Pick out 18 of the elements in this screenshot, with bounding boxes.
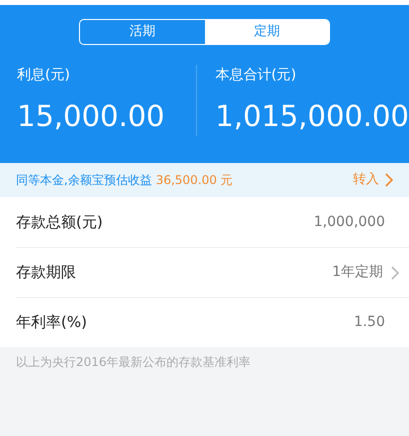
chevron-right-icon: [391, 266, 399, 280]
summary-label: 本息合计(元): [215, 66, 298, 85]
segment-tab[interactable]: 定期: [204, 20, 329, 44]
banner-text: 同等本金,余额宝预估收益: [16, 172, 152, 189]
summary-amount: 1,015,000.00: [215, 98, 409, 135]
chevron-right-icon: [385, 173, 393, 187]
summary-amount: 15,000.00: [17, 98, 166, 135]
segment-tab[interactable]: 活期: [80, 20, 204, 44]
row-label: 存款期限: [16, 262, 76, 284]
row-value: 1.50: [354, 313, 385, 332]
summary-label: 利息(元): [17, 66, 71, 85]
row-label: 年利率(%): [16, 312, 87, 334]
note-text: 以上为央行2016年最新公布的存款基准利率: [15, 354, 252, 371]
row-value: 1,000,000: [314, 212, 385, 232]
transfer-in-link[interactable]: 转入: [353, 170, 393, 190]
banner-amount: 36,500.00 元: [156, 172, 233, 189]
row-label: 存款总额(元): [16, 212, 103, 233]
row-value[interactable]: 1年定期: [332, 262, 383, 283]
